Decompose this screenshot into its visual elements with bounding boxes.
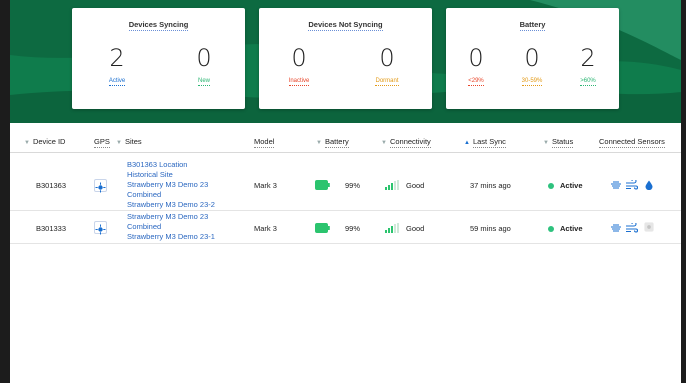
wind-icon[interactable] <box>626 223 638 233</box>
devices-not-syncing-card: Devices Not Syncing 0 Inactive 0 Dormant <box>259 8 432 109</box>
battery-mid-label: 30-59% <box>521 78 543 86</box>
inactive-count: 0 <box>291 44 307 72</box>
status-value: Active <box>560 224 583 233</box>
inactive-metric[interactable]: 0 Inactive <box>269 44 329 86</box>
device-id: B301363 <box>36 181 67 190</box>
new-label: New <box>197 78 210 86</box>
soil-sensor-icon[interactable] <box>610 180 622 190</box>
battery-low-metric[interactable]: 0 <29% <box>446 44 506 86</box>
site-link[interactable]: B301363 Location <box>127 160 215 170</box>
last-sync-value: 59 mins ago <box>470 224 511 233</box>
connectivity-value: Good <box>406 224 425 233</box>
battery-high-label: >60% <box>580 78 596 86</box>
active-count: 2 <box>109 44 125 72</box>
new-metric[interactable]: 0 New <box>174 44 234 86</box>
device-dashboard: Devices Syncing 2 Active 0 New Devices N… <box>10 0 681 383</box>
site-list: Strawberry M3 Demo 23 Combined Strawberr… <box>127 212 215 242</box>
status-dot <box>548 183 554 189</box>
battery-value: 99% <box>345 224 361 233</box>
table-row[interactable]: B301363 B301363 Location Historical Site… <box>10 159 681 211</box>
battery-low-label: <29% <box>468 78 484 86</box>
sensor-off-icon[interactable] <box>643 222 655 232</box>
water-drop-icon[interactable] <box>643 180 655 190</box>
soil-sensor-icon[interactable] <box>610 223 622 233</box>
site-link[interactable]: Strawberry M3 Demo 23-1 <box>127 232 215 242</box>
site-link[interactable]: Strawberry M3 Demo 23 <box>127 212 215 222</box>
battery-high-metric[interactable]: 2 >60% <box>558 44 618 86</box>
site-link[interactable]: Historical Site <box>127 170 215 180</box>
table-header: ▼ Device ID GPS ▼ Sites Model ▼ Battery ▼ Co… <box>10 131 681 153</box>
sort-icon: ▼ <box>543 140 549 146</box>
battery-mid-count: 0 <box>524 44 540 72</box>
active-metric[interactable]: 2 Active <box>87 44 147 86</box>
column-device-id[interactable]: ▼ Device ID <box>24 137 65 146</box>
battery-mid-metric[interactable]: 0 30-59% <box>502 44 562 86</box>
dormant-count: 0 <box>379 44 395 72</box>
dormant-label: Dormant <box>375 78 399 86</box>
column-battery[interactable]: ▼ Battery <box>316 137 349 148</box>
status-dot <box>548 226 554 232</box>
battery-high-count: 2 <box>580 44 596 72</box>
column-last-sync[interactable]: ▲ Last Sync <box>464 137 506 148</box>
column-model[interactable]: Model <box>254 137 275 148</box>
site-link[interactable]: Combined <box>127 190 215 200</box>
site-list: B301363 Location Historical Site Strawbe… <box>127 160 215 210</box>
new-count: 0 <box>196 44 212 72</box>
table-row[interactable]: B301333 Strawberry M3 Demo 23 Combined S… <box>10 211 681 244</box>
model: Mark 3 <box>254 181 277 190</box>
crosshair-icon[interactable] <box>94 221 107 235</box>
column-connectivity[interactable]: ▼ Connectivity <box>381 137 431 148</box>
model: Mark 3 <box>254 224 277 233</box>
site-link[interactable]: Combined <box>127 222 215 232</box>
last-sync-value: 37 mins ago <box>470 181 511 190</box>
battery-full-icon <box>315 180 330 190</box>
sort-icon: ▼ <box>381 140 387 146</box>
connectivity-value: Good <box>406 181 425 190</box>
inactive-label: Inactive <box>288 78 310 86</box>
site-link[interactable]: Strawberry M3 Demo 23 <box>127 180 215 190</box>
devices-syncing-card: Devices Syncing 2 Active 0 New <box>72 8 245 109</box>
dormant-metric[interactable]: 0 Dormant <box>357 44 417 86</box>
signal-bars-icon <box>385 180 399 190</box>
site-link[interactable]: Strawberry M3 Demo 23-2 <box>127 200 215 210</box>
summary-banner: Devices Syncing 2 Active 0 New Devices N… <box>10 0 681 123</box>
column-sites[interactable]: ▼ Sites <box>116 137 142 146</box>
active-label: Active <box>108 78 126 86</box>
status-value: Active <box>560 181 583 190</box>
sort-ascending-icon: ▲ <box>464 140 470 146</box>
sort-icon: ▼ <box>316 140 322 146</box>
devices-not-syncing-title: Devices Not Syncing <box>308 20 383 31</box>
column-status[interactable]: ▼ Status <box>543 137 574 148</box>
signal-bars-icon <box>385 223 399 233</box>
column-connected-sensors[interactable]: Connected Sensors <box>599 137 665 148</box>
devices-syncing-title: Devices Syncing <box>128 20 189 31</box>
battery-title: Battery <box>519 20 546 31</box>
wind-icon[interactable] <box>626 180 638 190</box>
sort-icon: ▼ <box>24 140 30 146</box>
device-id: B301333 <box>36 224 67 233</box>
battery-low-count: 0 <box>468 44 484 72</box>
crosshair-icon[interactable] <box>94 179 107 193</box>
sort-icon: ▼ <box>116 140 122 146</box>
battery-full-icon <box>315 223 330 233</box>
battery-card: Battery 0 <29% 0 30-59% 2 >60% <box>446 8 619 109</box>
column-gps[interactable]: GPS <box>94 137 110 148</box>
battery-value: 99% <box>345 181 361 190</box>
